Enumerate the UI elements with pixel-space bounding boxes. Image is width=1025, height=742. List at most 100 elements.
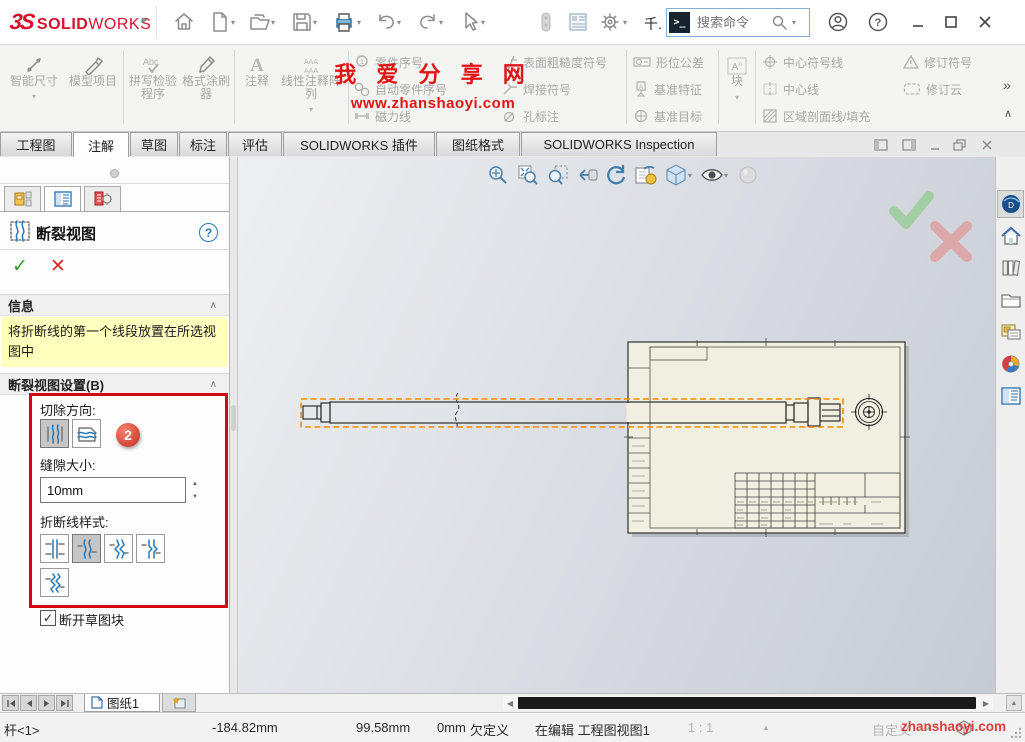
tab-markup[interactable]: 标注	[179, 132, 227, 156]
account-button[interactable]	[826, 10, 850, 34]
tab-drawing[interactable]: 工程图	[0, 132, 72, 156]
tab-annotation[interactable]: 注解	[73, 132, 129, 157]
break-sketch-blocks-checkbox[interactable]: ✓	[40, 610, 56, 626]
scroll-left-arrow[interactable]: ◀	[503, 696, 517, 710]
graphics-area[interactable]: ▾ ▾	[238, 157, 995, 693]
cancel-x-mark[interactable]	[935, 226, 967, 257]
ribbon-format-painter[interactable]: 格式涂刷器	[180, 49, 232, 101]
ribbon-smart-dimension[interactable]: 智能尺寸 ▾	[4, 49, 64, 103]
close-button[interactable]	[972, 10, 998, 34]
zoom-window-button[interactable]	[515, 162, 541, 188]
smart-dimension-caret[interactable]: ▾	[4, 90, 64, 103]
search-icon[interactable]	[771, 14, 788, 31]
status-scale-caret[interactable]: ▲	[762, 723, 770, 732]
panel-cancel-button[interactable]: ✕	[50, 255, 66, 278]
tab-evaluate[interactable]: 评估	[228, 132, 282, 156]
maximize-button[interactable]	[938, 10, 964, 34]
ribbon-note[interactable]: A 注释	[238, 49, 276, 88]
add-sheet-button[interactable]	[162, 694, 196, 712]
display-style-caret[interactable]: ▾	[724, 171, 728, 180]
ribbon-gtol[interactable]: 形位公差	[633, 50, 704, 74]
info-section-header[interactable]: 信息 ∧	[0, 294, 229, 316]
tab-inspection[interactable]: SOLIDWORKS Inspection	[521, 132, 717, 156]
taskpane-resources-button[interactable]	[997, 222, 1024, 250]
scroll-up-button[interactable]: ▲	[1006, 695, 1022, 711]
options-caret[interactable]: ▾	[620, 18, 630, 28]
print-caret[interactable]: ▾	[354, 18, 364, 28]
ribbon-model-items[interactable]: 模型项目	[66, 49, 120, 88]
sheet-nav-first-button[interactable]	[2, 695, 19, 711]
taskpane-file-explorer-button[interactable]	[997, 286, 1024, 314]
tab-addins[interactable]: SOLIDWORKS 插件	[283, 132, 435, 156]
options-button[interactable]	[598, 10, 622, 34]
sheet-nav-last-button[interactable]	[56, 695, 73, 711]
panel-tab-property-manager[interactable]	[44, 186, 81, 212]
ribbon-collapse-button[interactable]: ∧	[1004, 107, 1012, 120]
home-button[interactable]	[172, 10, 196, 34]
ribbon-center-mark[interactable]: 中心符号线	[762, 50, 843, 74]
doc-restore-button[interactable]	[948, 136, 970, 154]
resize-grip[interactable]	[1010, 727, 1022, 739]
taskpane-view-palette-button[interactable]	[997, 318, 1024, 346]
doc-close-button[interactable]	[976, 136, 998, 154]
task-list-button[interactable]	[566, 10, 590, 34]
scrollbar-thumb[interactable]	[518, 697, 976, 709]
ribbon-datum-feature[interactable]: A 基准特征	[633, 77, 702, 101]
ribbon-revision-cloud[interactable]: 修订云	[903, 77, 962, 101]
panel-splitter-handle[interactable]	[231, 405, 236, 431]
settings-section-header[interactable]: 断裂视图设置(B) ∧	[0, 373, 229, 395]
ribbon-area-hatch[interactable]: 区域剖面线/填充	[762, 104, 870, 128]
search-caret[interactable]: ▾	[792, 18, 796, 27]
undo-caret[interactable]: ▾	[394, 18, 404, 28]
doc-minimize-button[interactable]	[924, 136, 946, 154]
dock-panel-right-button[interactable]	[898, 136, 920, 154]
new-document-caret[interactable]: ▾	[228, 18, 238, 28]
help-button[interactable]: ?	[866, 10, 890, 34]
taskpane-design-library-button[interactable]	[997, 254, 1024, 282]
ribbon-centerline[interactable]: 中心线	[762, 77, 819, 101]
sheet-nav-prev-button[interactable]	[20, 695, 37, 711]
horizontal-scrollbar[interactable]: ◀ ▶	[503, 696, 993, 710]
panel-tab-configurations[interactable]	[84, 186, 121, 212]
display-style-button[interactable]	[699, 162, 725, 188]
block-caret[interactable]: ▾	[722, 91, 752, 104]
3d-drawing-view-button[interactable]	[633, 162, 659, 188]
logo-flyout-arrow[interactable]: ▸	[142, 13, 148, 26]
panel-ok-button[interactable]: ✓	[12, 255, 28, 278]
print-button[interactable]	[332, 10, 356, 34]
rotate-view-button[interactable]	[603, 162, 629, 188]
ribbon-revision-symbol[interactable]: 修订符号	[903, 50, 972, 74]
view-orientation-button[interactable]	[663, 162, 689, 188]
zoom-area-button[interactable]	[545, 162, 571, 188]
feature-tree-splitter[interactable]	[0, 157, 229, 184]
info-collapse-chevron[interactable]: ∧	[210, 300, 217, 311]
previous-view-button[interactable]	[575, 162, 601, 188]
ribbon-block[interactable]: A° 块 ▾	[722, 49, 752, 104]
sheet-nav-next-button[interactable]	[38, 695, 55, 711]
tab-sketch[interactable]: 草图	[130, 132, 178, 156]
hide-show-items-button[interactable]	[735, 162, 761, 188]
minimize-button[interactable]	[905, 10, 931, 34]
select-caret[interactable]: ▾	[478, 18, 488, 28]
sheet-paper[interactable]	[628, 342, 905, 533]
redo-caret[interactable]: ▾	[436, 18, 446, 28]
ribbon-datum-target[interactable]: 基准目标	[633, 104, 702, 128]
panel-splitter[interactable]	[230, 157, 238, 693]
sheet-tab-active[interactable]: 图纸1	[84, 694, 160, 712]
panel-tab-feature-tree[interactable]	[4, 186, 41, 212]
splitter-handle-dot[interactable]	[110, 169, 119, 178]
zoom-fit-button[interactable]	[485, 162, 511, 188]
status-sheet-scale[interactable]: 1 : 1	[688, 720, 713, 735]
taskpane-appearances-button[interactable]	[997, 350, 1024, 378]
open-caret[interactable]: ▾	[268, 18, 278, 28]
settings-collapse-chevron[interactable]: ∧	[210, 379, 217, 390]
scroll-right-arrow[interactable]: ▶	[979, 696, 993, 710]
taskpane-3dexperience-button[interactable]: D	[997, 190, 1024, 218]
ribbon-overflow-button[interactable]: »	[1003, 77, 1011, 93]
save-caret[interactable]: ▾	[310, 18, 320, 28]
view-orientation-caret[interactable]: ▾	[688, 171, 692, 180]
dock-panel-left-button[interactable]	[870, 136, 892, 154]
panel-help-button[interactable]: ?	[199, 223, 218, 242]
tab-sheet-format[interactable]: 图纸格式	[436, 132, 520, 156]
touch-mode-button[interactable]	[534, 10, 558, 34]
